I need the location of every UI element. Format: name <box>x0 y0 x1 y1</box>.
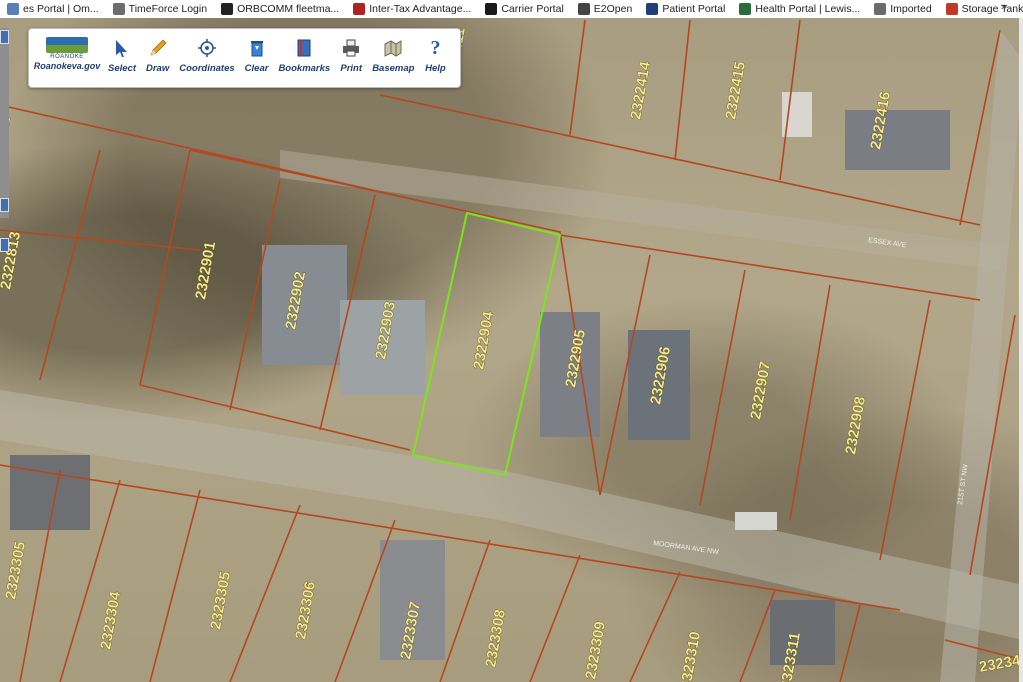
portal-icon <box>7 3 19 15</box>
parcel-id-label: 2323306 <box>292 580 319 640</box>
map-toolbar: ROANOKE Roanokeva.gov Select Draw Coordi… <box>28 28 461 88</box>
parcel-id-label: 2323310 <box>677 630 704 682</box>
tool-label: Bookmarks <box>278 63 331 74</box>
bookmark-item[interactable]: TimeForce Login <box>106 0 214 18</box>
tool-label: Select <box>108 63 136 74</box>
bookmarks-bar: es Portal | Om... TimeForce Login ORBCOMM … <box>0 0 1023 19</box>
zoom-out-button[interactable] <box>0 198 9 212</box>
select-arrow-icon <box>111 37 133 59</box>
basemap-icon <box>382 37 404 59</box>
recycle-bin-icon <box>246 37 268 59</box>
bookmark-label: Patient Portal <box>662 3 726 15</box>
bookmark-item[interactable]: es Portal | Om... <box>0 0 106 18</box>
bookmark-item[interactable]: Health Portal | Lewis... <box>732 0 867 18</box>
tool-label: Coordinates <box>179 63 235 74</box>
help-tool-button[interactable]: ? Help <box>419 36 451 75</box>
parcel-id-label: 2322908 <box>842 395 869 455</box>
bookmark-item[interactable]: Carrier Portal <box>478 0 570 18</box>
coordinates-tool-button[interactable]: Coordinates <box>174 37 239 74</box>
intertax-icon <box>353 3 366 15</box>
bookmark-item[interactable]: Imported <box>867 0 938 18</box>
bookmark-label: Inter-Tax Advantage... <box>369 3 472 15</box>
tool-label: Draw <box>146 63 170 74</box>
building <box>770 600 835 665</box>
bookmark-label: Storage Tank Permit... <box>961 3 1023 15</box>
pencil-icon <box>147 37 169 59</box>
road-moorman <box>0 390 1023 640</box>
orbcomm-icon <box>221 3 234 15</box>
tool-label: Print <box>340 63 362 74</box>
draw-tool-button[interactable]: Draw <box>141 37 174 74</box>
parcel-id-label: 2322415 <box>722 60 749 120</box>
parcel-id-label: 2323308 <box>482 608 509 668</box>
parcel-id-label: 2323305 <box>207 570 234 630</box>
folder-icon <box>874 3 887 15</box>
bookmark-label: ORBCOMM fleetma... <box>237 3 340 15</box>
bookmark-label: TimeForce Login <box>128 3 208 15</box>
building <box>262 245 347 365</box>
clear-tool-button[interactable]: Clear <box>240 37 274 74</box>
logo-small-text: ROANOKE <box>50 54 84 60</box>
bookmark-label: Carrier Portal <box>501 3 564 15</box>
parcel-id-label: 2323305 <box>2 540 29 600</box>
bookmarks-overflow-button[interactable]: » <box>1001 1 1007 13</box>
parcel-id-label: 2323404 <box>978 649 1023 676</box>
parcel-map-layer: 2322812232281323229012322902232290323229… <box>0 19 1023 682</box>
patient-portal-icon <box>646 3 659 15</box>
roanoke-logo-mark <box>46 37 88 53</box>
building <box>845 110 950 170</box>
printer-icon <box>340 37 362 59</box>
parcel-id-label: 2323309 <box>582 620 609 680</box>
parcel-id-label: 2322904 <box>470 310 497 371</box>
bookmark-label: Imported <box>890 3 932 15</box>
health-portal-icon <box>739 3 752 15</box>
tool-label: Clear <box>244 63 269 74</box>
bookmarks-tool-button[interactable]: Bookmarks <box>273 37 335 74</box>
tool-label: Help <box>425 63 446 74</box>
building <box>735 512 777 530</box>
page-scrollbar[interactable] <box>1019 18 1023 682</box>
basemap-tool-button[interactable]: Basemap <box>367 37 419 74</box>
print-tool-button[interactable]: Print <box>335 37 367 74</box>
help-icon: ? <box>430 36 441 59</box>
bookmark-item[interactable]: Storage Tank Permit... <box>939 0 1023 18</box>
home-extent-button[interactable] <box>0 238 9 252</box>
roanoke-logo[interactable]: ROANOKE Roanokeva.gov <box>31 37 103 71</box>
carrier-icon <box>485 3 498 15</box>
zoom-slider[interactable] <box>0 28 9 218</box>
pdf-icon <box>945 3 958 15</box>
bookmark-label: Health Portal | Lewis... <box>755 3 861 15</box>
parcel-id-label: 2322907 <box>747 360 774 420</box>
zoom-in-button[interactable] <box>0 30 9 44</box>
timeforce-icon <box>112 3 125 15</box>
crosshair-icon <box>196 37 218 59</box>
parcel-id-label: 2322414 <box>627 60 654 121</box>
bookmark-item[interactable]: Inter-Tax Advantage... <box>346 0 478 18</box>
parcel-id-label: 2323304 <box>97 590 124 651</box>
tool-label: Basemap <box>372 63 415 74</box>
e2open-icon <box>577 3 590 15</box>
book-icon <box>293 37 315 59</box>
bookmark-item[interactable]: Patient Portal <box>639 0 732 18</box>
bookmark-item[interactable]: ORBCOMM fleetma... <box>214 0 346 18</box>
bookmark-label: E2Open <box>593 3 633 15</box>
bookmark-item[interactable]: E2Open <box>571 0 640 18</box>
map-viewport[interactable]: 2322812232281323229012322902232290323229… <box>0 18 1023 682</box>
bookmark-label: es Portal | Om... <box>23 3 99 15</box>
select-tool-button[interactable]: Select <box>103 37 141 74</box>
logo-text: Roanokeva.gov <box>33 61 101 71</box>
